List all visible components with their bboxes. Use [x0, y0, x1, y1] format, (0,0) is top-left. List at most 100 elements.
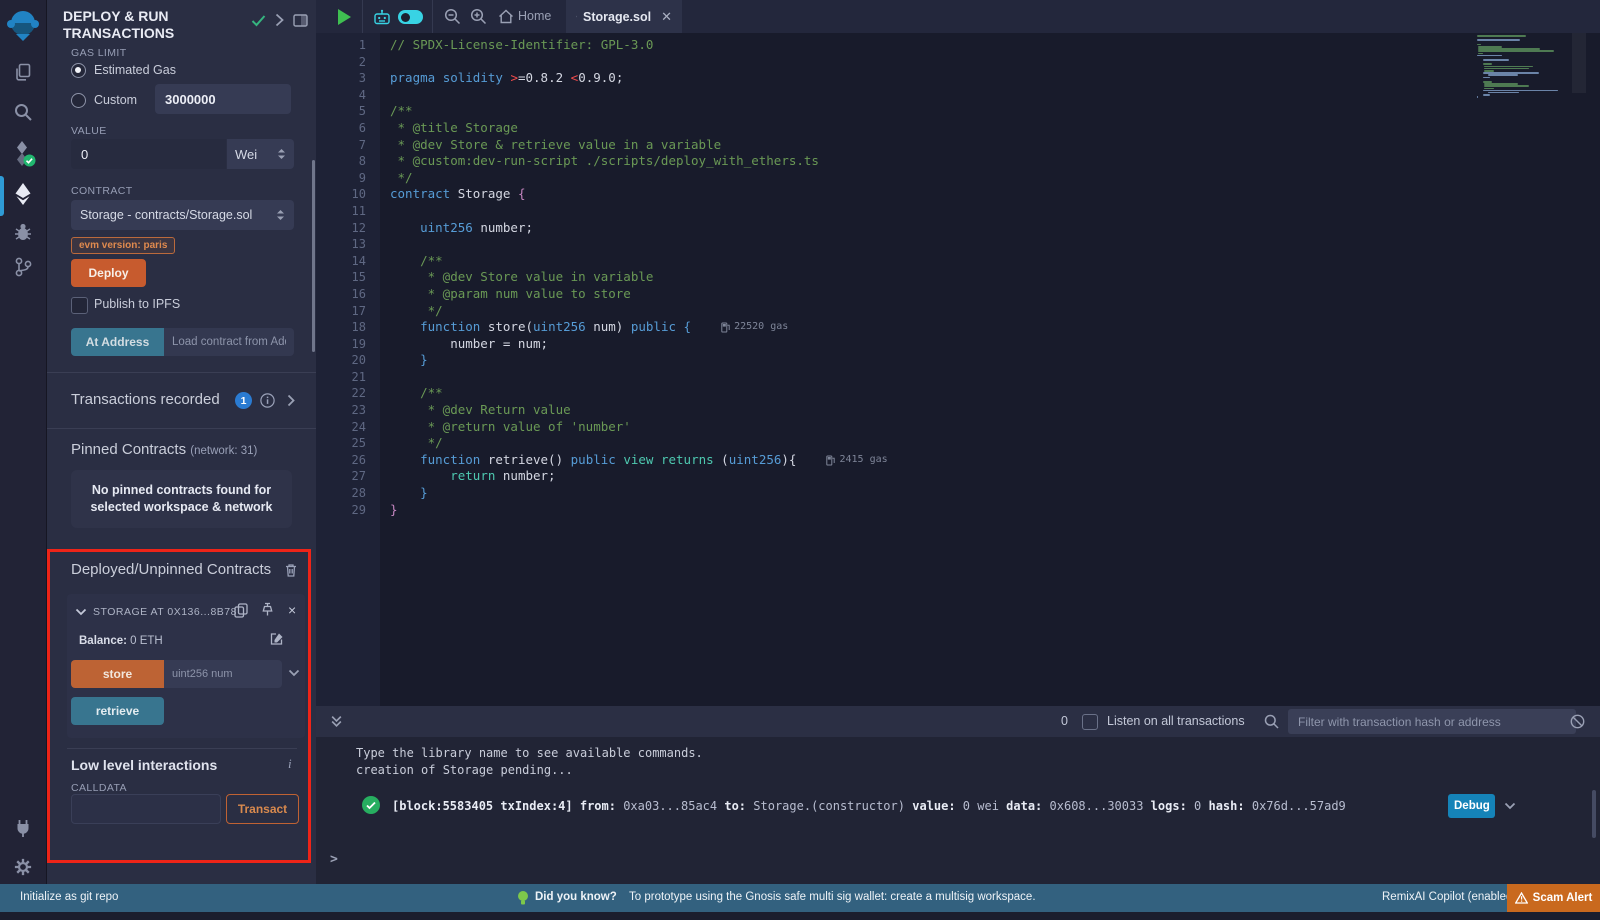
terminal: 0 Listen on all transactions Type the li…	[316, 706, 1600, 884]
editor-toolbar: Home Storage.sol ✕	[316, 0, 1600, 33]
tab-label: Storage.sol	[583, 10, 651, 24]
toggle-knob	[401, 13, 410, 22]
scam-alert-label: Scam Alert	[1533, 892, 1593, 904]
retrieve-function-button[interactable]: retrieve	[71, 697, 164, 725]
custom-gas-input[interactable]	[155, 84, 291, 114]
gas-limit-label: GAS LIMIT	[71, 47, 127, 59]
value-label: VALUE	[71, 125, 107, 137]
transact-button[interactable]: Transact	[226, 794, 299, 824]
transaction-log-line[interactable]: [block:5583405 txIndex:4] from: 0xa03...…	[392, 799, 1346, 813]
transactions-expand-icon[interactable]	[287, 394, 295, 407]
terminal-search-icon[interactable]	[1264, 714, 1279, 729]
at-address-button[interactable]: At Address	[71, 328, 164, 356]
deploy-run-icon[interactable]	[0, 182, 46, 206]
pin-contract-icon[interactable]	[261, 602, 274, 617]
terminal-line: Type the library name to see available c…	[356, 746, 703, 760]
toolbar-separator	[432, 0, 433, 33]
pinned-network-label: (network: 31)	[190, 445, 257, 457]
minimap-slider[interactable]	[1572, 33, 1586, 93]
lightbulb-icon	[517, 890, 529, 906]
git-icon[interactable]	[0, 256, 46, 278]
deploy-run-panel: DEPLOY & RUN TRANSACTIONS GAS LIMIT Esti…	[47, 0, 316, 884]
expand-args-icon[interactable]	[288, 669, 300, 677]
estimated-gas-radio[interactable]	[71, 63, 86, 78]
collapse-terminal-icon[interactable]	[330, 715, 343, 728]
at-address-input[interactable]	[164, 328, 294, 356]
estimated-gas-label: Estimated Gas	[94, 63, 176, 77]
close-contract-icon[interactable]: ×	[288, 602, 296, 618]
clear-console-icon[interactable]	[1570, 714, 1585, 729]
transactions-recorded-label: Transactions recorded	[71, 391, 220, 408]
run-script-play-icon[interactable]	[338, 9, 351, 25]
expand-log-icon[interactable]	[1504, 802, 1516, 810]
copilot-toggle[interactable]	[398, 10, 423, 24]
did-you-know-label: Did you know?	[535, 891, 617, 903]
solidity-file-icon	[576, 9, 577, 24]
custom-gas-radio[interactable]	[71, 93, 86, 108]
pinned-contracts-title: Pinned Contracts (network: 31)	[71, 441, 257, 458]
warning-icon	[1515, 892, 1528, 904]
transactions-info-icon[interactable]	[260, 393, 275, 408]
contract-collapse-icon[interactable]	[75, 608, 87, 616]
trash-icon[interactable]	[285, 563, 297, 577]
window-bottom-edge	[0, 912, 1600, 920]
home-tab-label[interactable]: Home	[518, 9, 551, 23]
evm-version-badge: evm version: paris	[71, 237, 175, 254]
deploy-button[interactable]: Deploy	[71, 259, 146, 287]
git-init-status[interactable]: Initialize as git repo	[20, 891, 118, 903]
calldata-input[interactable]	[71, 794, 221, 824]
deployed-contracts-title: Deployed/Unpinned Contracts	[71, 561, 271, 578]
panel-scrollbar[interactable]	[312, 160, 315, 352]
terminal-line: creation of Storage pending...	[356, 763, 573, 777]
ai-copilot-robot-icon[interactable]	[373, 9, 391, 25]
toolbar-separator	[362, 0, 363, 33]
solidity-compiler-icon[interactable]	[0, 140, 46, 168]
plugin-manager-icon[interactable]	[0, 818, 46, 838]
icon-rail	[0, 0, 47, 884]
zoom-out-icon[interactable]	[444, 8, 461, 25]
file-explorer-icon[interactable]	[0, 62, 46, 82]
transaction-count: 0	[1061, 714, 1068, 728]
search-icon[interactable]	[0, 102, 46, 122]
value-unit-select[interactable]: Wei	[227, 139, 294, 169]
debug-button[interactable]: Debug	[1448, 794, 1495, 818]
value-input[interactable]	[71, 139, 226, 169]
status-bar: Initialize as git repo Did you know? To …	[0, 884, 1600, 912]
publish-ipfs-checkbox[interactable]	[71, 297, 88, 314]
transactions-count-badge: 1	[235, 392, 252, 409]
value-unit-label: Wei	[235, 147, 257, 162]
tip-text: To prototype using the Gnosis safe multi…	[629, 891, 1036, 903]
zoom-in-icon[interactable]	[470, 8, 487, 25]
tx-success-check-icon	[362, 796, 380, 814]
low-level-info-icon[interactable]: i	[288, 756, 292, 772]
store-function-button[interactable]: store	[71, 660, 164, 688]
scam-alert-button[interactable]: Scam Alert	[1507, 884, 1600, 912]
listen-all-checkbox[interactable]	[1082, 714, 1098, 730]
tab-storage-sol[interactable]: Storage.sol ✕	[566, 0, 682, 33]
close-tab-icon[interactable]: ✕	[661, 9, 672, 25]
panel-forward-icon[interactable]	[275, 13, 284, 27]
pin-panel-icon[interactable]	[293, 14, 308, 27]
panel-check-icon	[251, 14, 266, 27]
listen-all-label: Listen on all transactions	[1107, 714, 1245, 728]
terminal-prompt[interactable]: >	[330, 852, 338, 867]
remix-ide-window: DEPLOY & RUN TRANSACTIONS GAS LIMIT Esti…	[0, 0, 1600, 920]
remix-logo-icon[interactable]	[0, 8, 46, 42]
copilot-status[interactable]: RemixAI Copilot (enabled)	[1382, 891, 1516, 903]
transaction-filter-input[interactable]	[1288, 709, 1576, 734]
no-pinned-contracts-message: No pinned contracts found forselected wo…	[71, 470, 292, 528]
settings-gear-icon[interactable]	[0, 858, 46, 876]
copy-address-icon[interactable]	[234, 603, 248, 618]
terminal-scrollbar[interactable]	[1592, 790, 1596, 838]
edit-balance-icon[interactable]	[270, 632, 284, 646]
contract-instance-header[interactable]: STORAGE AT 0X136...8B78	[93, 606, 237, 618]
contract-selected: Storage - contracts/Storage.sol	[80, 208, 252, 222]
contract-select[interactable]: Storage - contracts/Storage.sol	[71, 200, 294, 230]
editor-minimap[interactable]	[1477, 35, 1587, 98]
debugger-icon[interactable]	[0, 222, 46, 242]
code-editor[interactable]: 1// SPDX-License-Identifier: GPL-3.023pr…	[316, 33, 1600, 706]
stepper-icon	[277, 148, 286, 160]
home-icon[interactable]	[498, 9, 514, 24]
divider	[67, 748, 297, 749]
store-args-input[interactable]	[164, 660, 282, 688]
